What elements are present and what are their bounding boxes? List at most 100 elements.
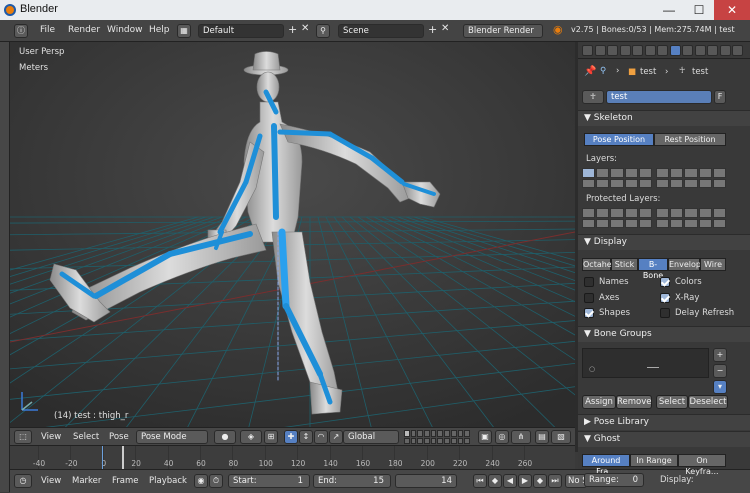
- display-bbone-button[interactable]: B-Bone: [638, 258, 668, 280]
- tab-modifiers-icon[interactable]: [657, 45, 668, 56]
- layer-toggle[interactable]: [698, 168, 712, 178]
- scale-icon[interactable]: ↗: [329, 430, 343, 444]
- start-frame-field[interactable]: Start: 1: [228, 474, 310, 488]
- layer-toggle[interactable]: [656, 178, 670, 188]
- play-icon[interactable]: ▶: [518, 474, 532, 488]
- ghost-panel-header[interactable]: ▼ Ghost: [578, 431, 750, 447]
- jump-end-icon[interactable]: ⏭: [548, 474, 562, 488]
- properties-tabs[interactable]: [582, 44, 748, 58]
- viewport-layer-toggle[interactable]: [404, 430, 410, 437]
- pose-library-panel-header[interactable]: ▶ Pose Library: [578, 414, 750, 430]
- armature-data-icon[interactable]: ☥: [582, 90, 604, 104]
- minimize-button[interactable]: —: [654, 0, 684, 20]
- pose-position-button[interactable]: Pose Position: [584, 133, 654, 146]
- remove-scene-icon[interactable]: ✕: [441, 23, 449, 34]
- layer-toggle[interactable]: [624, 178, 638, 188]
- viewport-menu-view[interactable]: View: [41, 431, 61, 445]
- layer-toggle[interactable]: [596, 168, 610, 178]
- viewport-layer-toggle[interactable]: [437, 437, 444, 444]
- maximize-button[interactable]: ☐: [684, 0, 714, 20]
- layer-toggle[interactable]: [670, 208, 684, 218]
- xray-checkbox[interactable]: [660, 293, 670, 303]
- tab-object-icon[interactable]: [632, 45, 643, 56]
- layer-toggle[interactable]: [712, 168, 726, 178]
- list-grip-icon[interactable]: [647, 367, 659, 368]
- layer-toggle[interactable]: [596, 208, 610, 218]
- lock-camera-icon[interactable]: ▣: [478, 430, 492, 444]
- layer-toggle[interactable]: [684, 168, 698, 178]
- current-frame-marker[interactable]: [102, 446, 103, 470]
- viewport-menu-select[interactable]: Select: [73, 431, 99, 445]
- viewport-layer-toggle[interactable]: [417, 430, 424, 437]
- editor-type-timeline-icon[interactable]: ◷: [14, 474, 32, 488]
- end-frame-field[interactable]: End: 15: [313, 474, 391, 488]
- screen-layout-field[interactable]: Default: [198, 24, 284, 38]
- ghost-around-frame-button[interactable]: Around Fra...: [582, 454, 630, 476]
- bone-group-specials-icon[interactable]: ▾: [713, 380, 727, 394]
- bone-groups-panel-header[interactable]: ▼ Bone Groups: [578, 326, 750, 342]
- scene-field[interactable]: Scene: [338, 24, 424, 38]
- bone-layers-grid-b[interactable]: [656, 168, 726, 188]
- bone-groups-list[interactable]: ○: [582, 348, 709, 378]
- layer-toggle[interactable]: [638, 178, 652, 188]
- tab-world-icon[interactable]: [619, 45, 631, 56]
- transform-orientation-select[interactable]: Global: [343, 430, 399, 444]
- layer-toggle[interactable]: [684, 218, 698, 228]
- play-reverse-icon[interactable]: ◀: [503, 474, 517, 488]
- viewport-menu-pose[interactable]: Pose: [109, 431, 129, 445]
- armature-name-field[interactable]: test: [606, 90, 712, 104]
- timeline[interactable]: -40 -20 0 20 40 60 80 100 120 140 160 180 200 220 240 2…: [10, 445, 575, 470]
- names-checkbox[interactable]: [584, 277, 594, 287]
- tab-physics-icon[interactable]: [732, 45, 743, 56]
- skeleton-panel-header[interactable]: ▼ Skeleton: [578, 110, 750, 126]
- layer-toggle[interactable]: [582, 178, 596, 188]
- tab-bone-icon[interactable]: [682, 45, 693, 56]
- current-frame-field[interactable]: 14: [395, 474, 457, 488]
- viewport-layer-toggle[interactable]: [424, 430, 430, 437]
- proportional-edit-icon[interactable]: ◎: [495, 430, 509, 444]
- layer-toggle[interactable]: [624, 218, 638, 228]
- viewport-layer-toggle[interactable]: [430, 437, 437, 444]
- tab-render-icon[interactable]: [582, 45, 593, 56]
- shading-mode-icon[interactable]: ●: [214, 430, 236, 444]
- remove-bone-group-button[interactable]: −: [713, 364, 727, 378]
- layer-toggle[interactable]: [684, 208, 698, 218]
- viewport-layer-toggle[interactable]: [444, 437, 450, 444]
- viewport-layer-toggle[interactable]: [417, 437, 424, 444]
- remove-button[interactable]: Remove: [616, 395, 652, 409]
- layer-toggle[interactable]: [624, 168, 638, 178]
- interaction-mode-select[interactable]: Pose Mode: [136, 430, 208, 444]
- layer-toggle[interactable]: [638, 168, 652, 178]
- display-envelope-button[interactable]: Envelop: [668, 258, 701, 271]
- viewport-layer-toggle[interactable]: [404, 437, 410, 444]
- tab-scene-icon[interactable]: [607, 45, 618, 56]
- timeline-menu-playback[interactable]: Playback: [149, 475, 187, 489]
- assign-button[interactable]: Assign: [582, 395, 616, 409]
- layer-toggle[interactable]: [698, 208, 712, 218]
- layer-toggle[interactable]: [610, 178, 624, 188]
- layer-toggle[interactable]: [656, 168, 670, 178]
- rotate-icon[interactable]: ◠: [314, 430, 328, 444]
- jump-start-icon[interactable]: ⏮: [473, 474, 487, 488]
- viewport-layer-toggle[interactable]: [457, 430, 464, 437]
- viewport-layer-toggle[interactable]: [444, 430, 450, 437]
- snap-icon[interactable]: ⋔: [511, 430, 531, 444]
- layer-toggle[interactable]: [656, 208, 670, 218]
- editor-type-info-icon[interactable]: ⓘ: [14, 24, 28, 38]
- prev-keyframe-icon[interactable]: ◆: [488, 474, 502, 488]
- viewport-layer-toggle[interactable]: [450, 437, 457, 444]
- pin-icon[interactable]: 📌: [584, 66, 596, 77]
- viewport-layers-grid[interactable]: [404, 430, 470, 444]
- 3d-viewport[interactable]: User Persp Meters (14) test : thigh_r: [10, 42, 575, 427]
- add-scene-icon[interactable]: +: [428, 23, 437, 36]
- preview-range-icon[interactable]: ⏱: [209, 474, 223, 488]
- scene-icon[interactable]: ⚲: [316, 24, 330, 38]
- translate-icon[interactable]: ↕: [299, 430, 313, 444]
- protected-layers-grid-a[interactable]: [582, 208, 652, 228]
- bone-layers-grid-a[interactable]: [582, 168, 652, 188]
- layer-toggle[interactable]: [656, 218, 670, 228]
- add-bone-group-button[interactable]: +: [713, 348, 727, 362]
- delay-refresh-checkbox[interactable]: [660, 308, 670, 318]
- layer-toggle[interactable]: [582, 218, 596, 228]
- menu-file[interactable]: File: [40, 25, 55, 35]
